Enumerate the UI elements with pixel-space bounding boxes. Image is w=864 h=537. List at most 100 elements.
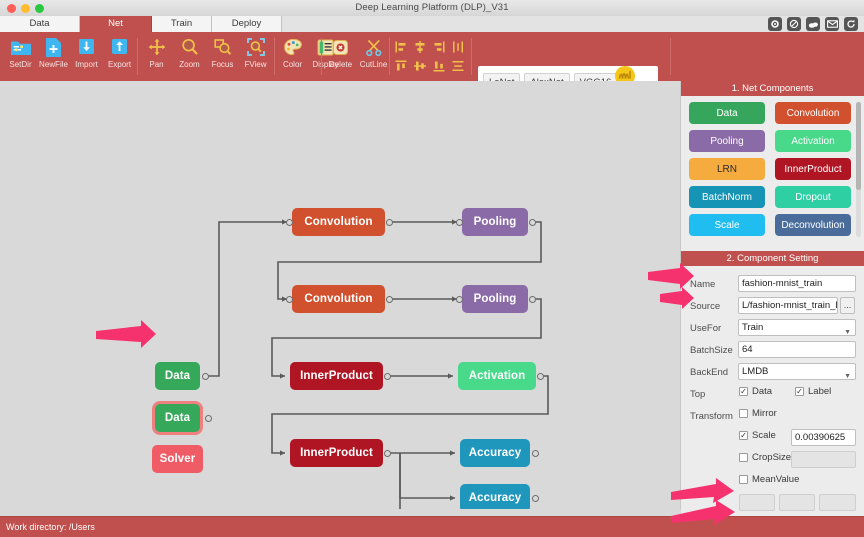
top-label-checkbox[interactable]: Label	[795, 386, 831, 397]
node-innerproduct-2[interactable]: InnerProduct	[290, 439, 383, 467]
port-in-convolution-1[interactable]	[286, 219, 293, 226]
meanvalue-input-3[interactable]	[819, 494, 856, 511]
node-solver[interactable]: Solver	[152, 445, 203, 473]
source-input[interactable]: L/fashion-mnist_train_lmdb	[738, 297, 838, 314]
tab-train[interactable]: Train	[152, 16, 212, 32]
mail-icon[interactable]	[825, 17, 839, 31]
cutline-button[interactable]: CutLine	[357, 32, 390, 81]
batchsize-input[interactable]: 64	[738, 341, 856, 358]
distribute-vertical-icon[interactable]	[449, 38, 467, 56]
focus-button[interactable]: Focus	[206, 32, 239, 81]
node-pooling-1[interactable]: Pooling	[462, 208, 528, 236]
toolbar-separator-1	[137, 38, 138, 75]
top-data-checkbox[interactable]: Data	[739, 386, 772, 397]
node-accuracy-2[interactable]: Accuracy	[460, 484, 530, 512]
pan-icon	[147, 36, 167, 58]
refresh-icon[interactable]	[844, 17, 858, 31]
main-toolbar: SetDir NewFile	[0, 32, 864, 81]
node-convolution-2[interactable]: Convolution	[292, 285, 385, 313]
port-in-convolution-2[interactable]	[286, 296, 293, 303]
color-button[interactable]: Color	[276, 32, 309, 81]
usefor-select[interactable]: Train ▼	[738, 319, 856, 336]
port-out-innerproduct-1[interactable]	[384, 373, 391, 380]
cropsize-checkbox[interactable]: CropSize	[739, 452, 791, 463]
align-bottom-icon[interactable]	[430, 57, 448, 75]
tab-net[interactable]: Net	[80, 16, 152, 32]
node-data-2-selected[interactable]: Data	[155, 404, 200, 432]
export-icon	[110, 36, 129, 58]
port-in-pooling-1[interactable]	[456, 219, 463, 226]
mirror-checkbox[interactable]: Mirror	[739, 408, 777, 419]
backend-field-label: BackEnd	[690, 363, 728, 381]
newfile-button[interactable]: NewFile	[37, 32, 70, 81]
scale-checkbox[interactable]: Scale	[739, 430, 776, 441]
port-out-accuracy-1[interactable]	[532, 450, 539, 457]
component-chip-lrn[interactable]: LRN	[689, 158, 765, 180]
meanvalue-label: MeanValue	[752, 474, 799, 485]
settings-icon[interactable]	[768, 17, 782, 31]
port-out-convolution-2[interactable]	[386, 296, 393, 303]
export-button[interactable]: Export	[103, 32, 136, 81]
setdir-button[interactable]: SetDir	[4, 32, 37, 81]
port-out-activation[interactable]	[537, 373, 544, 380]
work-directory-text: Work directory: /Users	[6, 522, 95, 532]
port-out-pooling-2[interactable]	[529, 296, 536, 303]
folder-settings-icon	[10, 36, 32, 58]
align-center-horizontal-icon[interactable]	[411, 38, 429, 56]
component-chip-data[interactable]: Data	[689, 102, 765, 124]
component-chip-activation[interactable]: Activation	[775, 130, 851, 152]
net-graph-canvas[interactable]: Convolution Pooling Convolution Pooling …	[0, 81, 681, 516]
canvas-horizontal-scrollbar[interactable]	[0, 509, 681, 516]
port-out-convolution-1[interactable]	[386, 219, 393, 226]
compass-icon[interactable]	[787, 17, 801, 31]
toolbar-group-edit: Delete CutLine	[324, 32, 390, 81]
port-out-data-2[interactable]	[205, 415, 212, 422]
node-convolution-1[interactable]: Convolution	[292, 208, 385, 236]
backend-select[interactable]: LMDB ▼	[738, 363, 856, 380]
cloud-icon[interactable]	[806, 17, 820, 31]
component-chip-deconvolution[interactable]: Deconvolution	[775, 214, 851, 236]
port-out-data-1[interactable]	[202, 373, 209, 380]
node-accuracy-1[interactable]: Accuracy	[460, 439, 530, 467]
pan-button[interactable]: Pan	[140, 32, 173, 81]
zoom-button-tool[interactable]: Zoom	[173, 32, 206, 81]
port-out-accuracy-2[interactable]	[532, 495, 539, 502]
import-button[interactable]: Import	[70, 32, 103, 81]
tab-data[interactable]: Data	[0, 16, 80, 32]
node-pooling-2[interactable]: Pooling	[462, 285, 528, 313]
scale-label: Scale	[752, 430, 776, 441]
port-out-innerproduct-2[interactable]	[384, 450, 391, 457]
component-setting-heading: 2. Component Setting	[681, 251, 864, 266]
component-chip-convolution[interactable]: Convolution	[775, 102, 851, 124]
component-chip-scale[interactable]: Scale	[689, 214, 765, 236]
components-scrollbar[interactable]	[856, 102, 861, 237]
align-right-icon[interactable]	[430, 38, 448, 56]
name-input[interactable]: fashion-mnist_train	[738, 275, 856, 292]
component-chip-innerproduct[interactable]: InnerProduct	[775, 158, 851, 180]
component-chip-batchnorm[interactable]: BatchNorm	[689, 186, 765, 208]
net-components-body: Data Convolution Pooling Activation LRN …	[681, 96, 864, 251]
scale-input[interactable]: 0.00390625	[791, 429, 856, 446]
meanvalue-input-2[interactable]	[779, 494, 815, 511]
align-middle-vertical-icon[interactable]	[411, 57, 429, 75]
tab-deploy[interactable]: Deploy	[212, 16, 282, 32]
align-top-icon[interactable]	[392, 57, 410, 75]
distribute-horizontal-icon[interactable]	[449, 57, 467, 75]
node-activation[interactable]: Activation	[458, 362, 536, 390]
node-innerproduct-1[interactable]: InnerProduct	[290, 362, 383, 390]
meanvalue-input-1[interactable]	[739, 494, 775, 511]
mirror-label: Mirror	[752, 408, 777, 419]
component-setting-body: Name fashion-mnist_train Source L/fashio…	[681, 266, 864, 531]
cropsize-input[interactable]	[791, 451, 856, 468]
source-browse-button[interactable]: ...	[840, 297, 855, 314]
port-out-pooling-1[interactable]	[529, 219, 536, 226]
new-file-icon	[44, 36, 63, 58]
component-chip-pooling[interactable]: Pooling	[689, 130, 765, 152]
palette-icon	[283, 36, 303, 58]
align-left-icon[interactable]	[392, 38, 410, 56]
node-data-1[interactable]: Data	[155, 362, 200, 390]
delete-button[interactable]: Delete	[324, 32, 357, 81]
meanvalue-checkbox[interactable]: MeanValue	[739, 474, 799, 485]
component-chip-dropout[interactable]: Dropout	[775, 186, 851, 208]
port-in-pooling-2[interactable]	[456, 296, 463, 303]
